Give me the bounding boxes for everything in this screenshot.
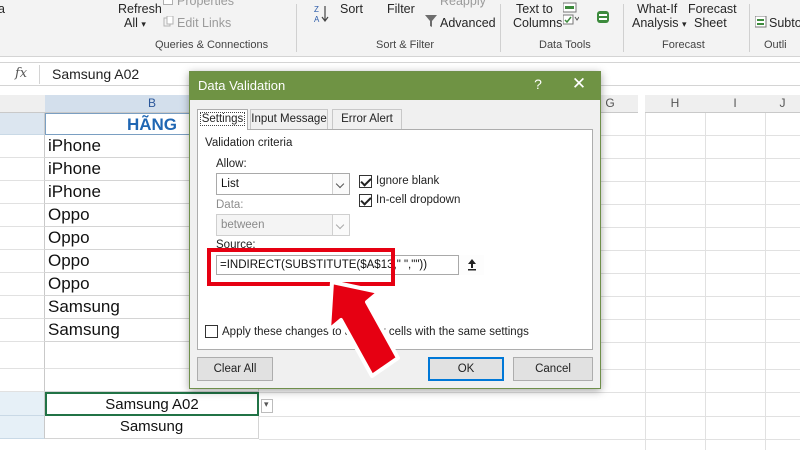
- forecast-label[interactable]: Forecast: [688, 2, 737, 16]
- row-header[interactable]: [0, 158, 45, 181]
- ok-button[interactable]: OK: [428, 357, 504, 381]
- properties-icon: [163, 0, 173, 5]
- row-header[interactable]: [0, 319, 45, 342]
- cancel-button[interactable]: Cancel: [513, 357, 593, 381]
- row-header[interactable]: [0, 113, 45, 135]
- column-header-h[interactable]: H: [645, 95, 705, 113]
- row-header[interactable]: [0, 392, 45, 416]
- in-cell-dropdown-checkbox[interactable]: [359, 194, 372, 207]
- column-header-j[interactable]: J: [765, 95, 800, 113]
- gridline: [259, 392, 800, 393]
- validation-criteria-label: Validation criteria: [205, 137, 293, 149]
- row-header[interactable]: [0, 416, 45, 439]
- data-validation-icon[interactable]: [562, 14, 580, 26]
- formula-input[interactable]: Samsung A02: [52, 66, 139, 82]
- forecast-group-label: Forecast: [662, 39, 705, 51]
- row-header[interactable]: [0, 135, 45, 158]
- ignore-blank-checkbox[interactable]: [359, 175, 372, 188]
- clear-all-button[interactable]: Clear All: [197, 357, 273, 381]
- edit-links-icon: [163, 15, 174, 27]
- chevron-down-icon: [332, 174, 349, 194]
- text-to-label[interactable]: Text to: [516, 2, 553, 16]
- sort-filter-group-label: Sort & Filter: [376, 39, 435, 51]
- refresh-label[interactable]: Refresh: [118, 2, 162, 16]
- flash-fill-icon: [562, 2, 577, 13]
- row-header[interactable]: [0, 227, 45, 250]
- row-header[interactable]: [0, 273, 45, 296]
- allow-dropdown[interactable]: List: [216, 173, 350, 195]
- allow-label: Allow:: [216, 158, 247, 170]
- collapse-dialog-button[interactable]: [458, 255, 484, 275]
- gridline: [765, 113, 766, 450]
- row-header[interactable]: [0, 204, 45, 227]
- properties-button[interactable]: Properties: [177, 0, 234, 8]
- gridline: [259, 439, 800, 440]
- help-button[interactable]: ?: [528, 76, 548, 92]
- advanced-button[interactable]: Advanced: [440, 16, 496, 30]
- data-tools-group-label: Data Tools: [539, 39, 591, 51]
- select-all-corner[interactable]: [0, 95, 45, 113]
- chevron-down-icon: [332, 215, 349, 235]
- outline-group-label: Outli: [764, 39, 787, 51]
- queries-group-label: Queries & Connections: [155, 39, 269, 51]
- edit-links-button[interactable]: Edit Links: [177, 16, 231, 30]
- svg-text:A: A: [314, 15, 320, 24]
- data-label: Data:: [216, 199, 244, 211]
- advanced-filter-icon: [424, 14, 438, 28]
- text-to-columns-button[interactable]: Columns: [513, 16, 562, 30]
- ribbon-separator: [296, 4, 297, 52]
- in-cell-dropdown-label: In-cell dropdown: [376, 194, 461, 206]
- data-model-icon[interactable]: [596, 9, 610, 25]
- what-if-analysis-button[interactable]: Analysis ▾: [632, 16, 687, 30]
- red-arrow-icon: [327, 280, 400, 378]
- filter-button[interactable]: Filter: [387, 2, 415, 16]
- subtotal-icon: [754, 15, 767, 28]
- cell-dropdown-button[interactable]: ▾: [261, 399, 273, 413]
- ribbon-separator: [500, 4, 501, 52]
- selected-cell-a02[interactable]: Samsung A02: [45, 392, 259, 416]
- gridline: [645, 113, 646, 450]
- dialog-title-bar[interactable]: Data Validation ? ✕: [190, 72, 600, 100]
- row-header[interactable]: [0, 342, 45, 369]
- gridline: [259, 416, 800, 417]
- tab-error-alert[interactable]: Error Alert: [332, 109, 402, 129]
- sort-za-icon: ZA: [314, 4, 330, 24]
- dialog-title: Data Validation: [198, 78, 286, 93]
- ignore-blank-label: Ignore blank: [376, 175, 440, 187]
- ribbon-left-edge: a: [0, 2, 5, 16]
- row-header[interactable]: [0, 181, 45, 204]
- ribbon: a Refresh All ▾ Properties Edit Links Qu…: [0, 0, 800, 57]
- function-icon[interactable]: fx: [15, 66, 27, 81]
- refresh-all-button[interactable]: All ▾: [124, 16, 146, 30]
- sort-button[interactable]: Sort: [340, 2, 363, 16]
- chevron-down-icon: ▾: [141, 19, 146, 29]
- upload-arrow-icon: [468, 259, 476, 271]
- ribbon-separator: [623, 4, 624, 52]
- ribbon-separator: [749, 4, 750, 52]
- data-dropdown: between: [216, 214, 350, 236]
- table-cell[interactable]: Samsung: [45, 416, 259, 439]
- what-if-label[interactable]: What-If: [637, 2, 677, 16]
- formula-divider: [39, 65, 40, 84]
- gridline: [705, 113, 706, 450]
- chevron-down-icon: ▾: [682, 19, 687, 29]
- reapply-button[interactable]: Reapply: [440, 0, 486, 8]
- apply-all-checkbox[interactable]: [205, 325, 218, 338]
- row-header[interactable]: [0, 250, 45, 273]
- row-header[interactable]: [0, 296, 45, 319]
- tab-input-message[interactable]: Input Message: [250, 109, 328, 129]
- tab-settings[interactable]: Settings: [197, 109, 248, 130]
- row-header[interactable]: [0, 369, 45, 392]
- forecast-sheet-button[interactable]: Sheet: [694, 16, 727, 30]
- close-icon[interactable]: ✕: [568, 74, 590, 94]
- svg-text:Z: Z: [314, 5, 319, 14]
- subtotal-button[interactable]: Subtot: [769, 16, 800, 30]
- chevron-down-icon: ▾: [264, 399, 269, 409]
- column-header-i[interactable]: I: [705, 95, 765, 113]
